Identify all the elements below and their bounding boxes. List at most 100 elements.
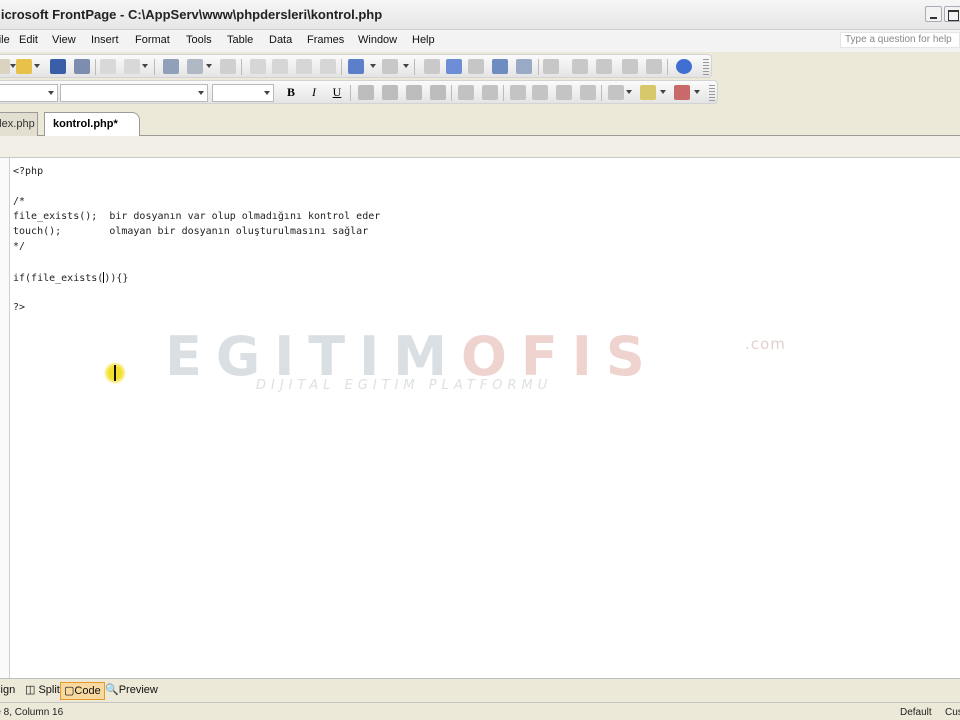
editor-subbar bbox=[0, 136, 960, 158]
print-icon[interactable] bbox=[163, 59, 179, 74]
show-layer-anchors-icon[interactable] bbox=[646, 59, 662, 74]
stop-icon[interactable] bbox=[596, 59, 612, 74]
menu-edit[interactable]: Edit bbox=[19, 34, 38, 46]
search-icon[interactable] bbox=[74, 59, 90, 74]
menu-insert[interactable]: Insert bbox=[91, 34, 119, 46]
save-icon[interactable] bbox=[50, 59, 66, 74]
toolbar-separator bbox=[414, 59, 415, 75]
spelling-icon[interactable] bbox=[220, 59, 236, 74]
minimize-button[interactable] bbox=[925, 6, 942, 22]
preview-button[interactable]: 🔍Preview bbox=[102, 682, 161, 700]
redo-icon[interactable] bbox=[382, 59, 398, 74]
text-caret bbox=[103, 272, 105, 283]
mouse-cursor-icon bbox=[104, 362, 126, 384]
insert-table-icon[interactable] bbox=[446, 59, 462, 74]
code-line: if(file_exists()){} bbox=[13, 272, 129, 284]
increase-indent-icon[interactable] bbox=[580, 85, 596, 100]
font-color-dropdown-icon[interactable] bbox=[694, 90, 700, 94]
italic-icon[interactable]: I bbox=[306, 85, 322, 100]
align-right-icon[interactable] bbox=[406, 85, 422, 100]
code-line: */ bbox=[13, 241, 26, 252]
refresh-icon[interactable] bbox=[572, 59, 588, 74]
toolbar-separator bbox=[667, 59, 668, 75]
borders-icon[interactable] bbox=[608, 85, 624, 100]
watermark-domain: .com bbox=[745, 335, 786, 353]
style-combo[interactable] bbox=[0, 84, 58, 102]
preview-label: Preview bbox=[118, 684, 158, 696]
open-dropdown-icon[interactable] bbox=[34, 64, 40, 68]
tab-index-php[interactable]: index.php bbox=[0, 112, 38, 136]
font-combo[interactable] bbox=[60, 84, 208, 102]
highlight-dropdown-icon[interactable] bbox=[660, 90, 666, 94]
format-painter-icon[interactable] bbox=[320, 59, 336, 74]
standard-toolbar bbox=[0, 54, 712, 78]
highlight-icon[interactable] bbox=[640, 85, 656, 100]
menu-help[interactable]: Help bbox=[412, 34, 435, 46]
toolbar-separator bbox=[503, 85, 504, 101]
preview-dropdown-icon[interactable] bbox=[206, 64, 212, 68]
bullets-icon[interactable] bbox=[532, 85, 548, 100]
menu-format[interactable]: Format bbox=[135, 34, 170, 46]
decrease-indent-icon[interactable] bbox=[556, 85, 572, 100]
code-view-button[interactable]: ▢Code bbox=[60, 682, 105, 700]
show-all-icon[interactable] bbox=[622, 59, 638, 74]
help-search-input[interactable]: Type a question for help bbox=[840, 32, 960, 48]
web-component-icon[interactable] bbox=[424, 59, 440, 74]
split-view-button[interactable]: ◫ Split bbox=[22, 682, 63, 700]
underline-icon[interactable]: U bbox=[329, 85, 345, 100]
code-view-label: Code bbox=[74, 685, 101, 697]
toolbar-separator bbox=[538, 59, 539, 75]
bold-icon[interactable]: B bbox=[283, 85, 299, 100]
design-view-button[interactable]: Design bbox=[0, 682, 18, 700]
toolbar-separator bbox=[95, 59, 96, 75]
document-tabs: index.php kontrol.php* bbox=[0, 108, 960, 136]
open-folder-icon[interactable] bbox=[16, 59, 32, 74]
toolbar-grip-icon[interactable] bbox=[709, 85, 715, 101]
menu-table[interactable]: Table bbox=[227, 34, 253, 46]
hyperlink-icon[interactable] bbox=[543, 59, 559, 74]
toolbar-separator bbox=[341, 59, 342, 75]
help-icon[interactable] bbox=[676, 59, 692, 74]
window-title: Microsoft FrontPage - C:\AppServ\www\php… bbox=[0, 7, 383, 22]
justify-icon[interactable] bbox=[430, 85, 446, 100]
drawing-icon[interactable] bbox=[516, 59, 532, 74]
preview-in-browser-icon[interactable] bbox=[187, 59, 203, 74]
font-color-icon[interactable] bbox=[674, 85, 690, 100]
pane-dropdown-icon[interactable] bbox=[142, 64, 148, 68]
code-line: /* bbox=[13, 196, 26, 207]
numbering-icon[interactable] bbox=[510, 85, 526, 100]
undo-icon[interactable] bbox=[348, 59, 364, 74]
insert-picture-icon[interactable] bbox=[492, 59, 508, 74]
undo-dropdown-icon[interactable] bbox=[370, 64, 376, 68]
menu-view[interactable]: View bbox=[52, 34, 76, 46]
tab-kontrol-php[interactable]: kontrol.php* bbox=[44, 112, 140, 136]
menu-data[interactable]: Data bbox=[269, 34, 292, 46]
insert-layer-icon[interactable] bbox=[468, 59, 484, 74]
align-center-icon[interactable] bbox=[382, 85, 398, 100]
maximize-button[interactable] bbox=[944, 6, 960, 22]
split-view-label: Split bbox=[38, 684, 60, 696]
publish-icon[interactable] bbox=[100, 59, 116, 74]
increase-font-icon[interactable] bbox=[458, 85, 474, 100]
decrease-font-icon[interactable] bbox=[482, 85, 498, 100]
borders-dropdown-icon[interactable] bbox=[626, 90, 632, 94]
cut-icon[interactable] bbox=[250, 59, 266, 74]
menu-window[interactable]: Window bbox=[358, 34, 397, 46]
copy-icon[interactable] bbox=[272, 59, 288, 74]
cursor-position: Line 8, Column 16 bbox=[0, 707, 64, 718]
paste-icon[interactable] bbox=[296, 59, 312, 74]
toolbar-separator bbox=[601, 85, 602, 101]
menu-file[interactable]: File bbox=[0, 34, 10, 46]
code-editor[interactable]: <?php /* file_exists(); bir dosyanın var… bbox=[0, 158, 960, 678]
menu-tools[interactable]: Tools bbox=[186, 34, 212, 46]
align-left-icon[interactable] bbox=[358, 85, 374, 100]
line-gutter bbox=[0, 158, 10, 678]
title-bar: Microsoft FrontPage - C:\AppServ\www\php… bbox=[0, 0, 960, 30]
menu-frames[interactable]: Frames bbox=[307, 34, 344, 46]
toggle-pane-icon[interactable] bbox=[124, 59, 140, 74]
redo-dropdown-icon[interactable] bbox=[403, 64, 409, 68]
view-bar: Design ◫ Split ▢Code 🔍Preview bbox=[0, 678, 960, 702]
new-page-icon[interactable] bbox=[0, 59, 10, 74]
font-size-combo[interactable] bbox=[212, 84, 274, 102]
toolbar-grip-icon[interactable] bbox=[703, 59, 709, 75]
